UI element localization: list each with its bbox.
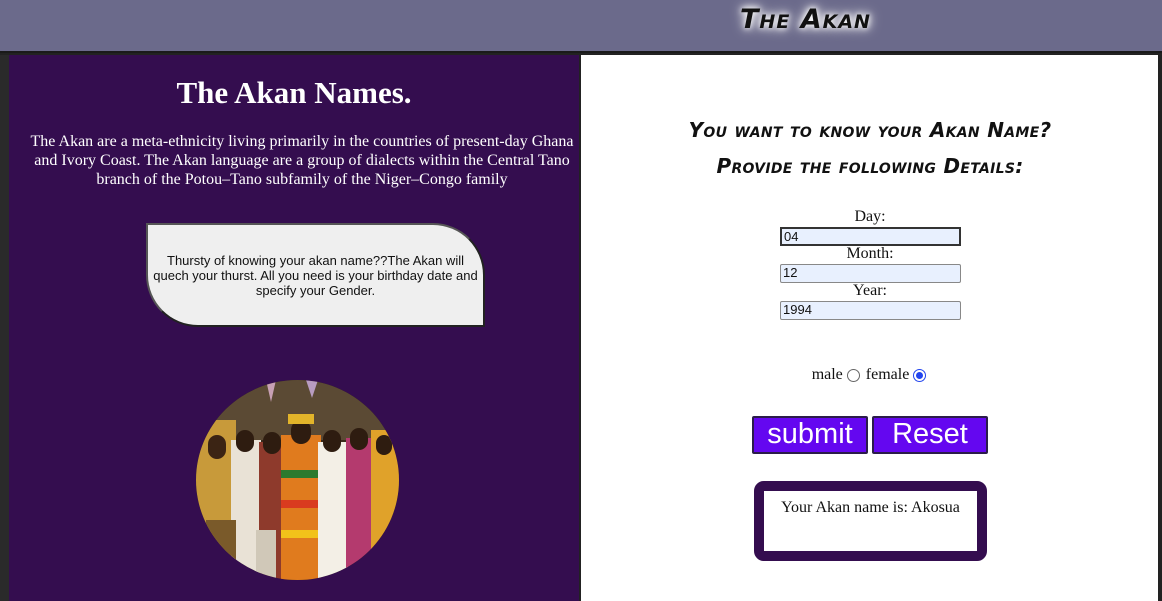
brand-title: The Akan bbox=[740, 4, 871, 35]
submit-button[interactable]: submit bbox=[752, 416, 868, 454]
intro-title: The Akan Names. bbox=[176, 75, 412, 110]
day-input[interactable]: 04 bbox=[780, 227, 961, 246]
year-label: Year: bbox=[853, 282, 887, 299]
left-border bbox=[0, 55, 9, 601]
gender-group: male female bbox=[581, 366, 1159, 384]
speech-bubble: Thursty of knowing your akan name??The A… bbox=[146, 223, 485, 327]
bubble-text: Thursty of knowing your akan name??The A… bbox=[153, 252, 478, 298]
result-text: Your Akan name is: Akosua bbox=[781, 499, 960, 516]
header-bar: The Akan bbox=[0, 0, 1162, 53]
intro-panel: The Akan Names. The Akan are a meta-ethn… bbox=[9, 55, 579, 601]
form-heading-line2: Provide the following Details: bbox=[716, 154, 1024, 178]
gender-female-radio[interactable] bbox=[913, 368, 927, 382]
reset-button[interactable]: Reset bbox=[872, 416, 988, 454]
group-photo-illustration bbox=[196, 380, 399, 580]
gender-male-label: male bbox=[811, 366, 843, 383]
right-border bbox=[1158, 55, 1162, 601]
form-heading: You want to know your Akan Name? Provide… bbox=[581, 112, 1159, 184]
group-photo-icon bbox=[196, 380, 399, 580]
month-input[interactable]: 12 bbox=[780, 264, 961, 283]
day-label: Day: bbox=[854, 208, 886, 225]
month-label: Month: bbox=[846, 245, 894, 262]
form-heading-line1: You want to know your Akan Name? bbox=[688, 118, 1052, 142]
year-input[interactable]: 1994 bbox=[780, 301, 961, 320]
result-box: Your Akan name is: Akosua bbox=[754, 481, 987, 561]
gender-female-label: female bbox=[865, 366, 910, 383]
intro-description: The Akan are a meta-ethnicity living pri… bbox=[30, 133, 574, 188]
gender-male-radio[interactable] bbox=[846, 368, 860, 382]
form-panel: You want to know your Akan Name? Provide… bbox=[580, 55, 1158, 601]
